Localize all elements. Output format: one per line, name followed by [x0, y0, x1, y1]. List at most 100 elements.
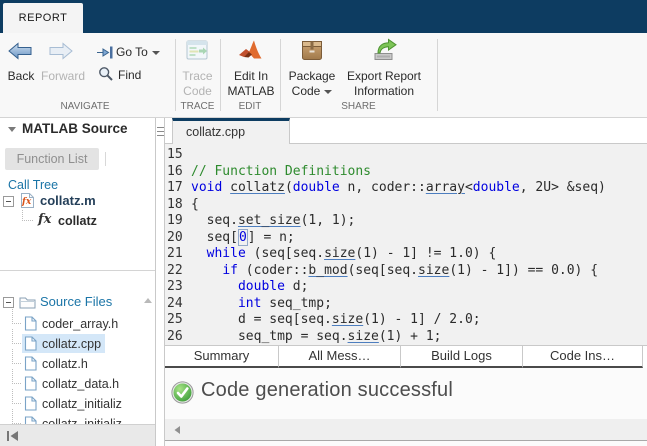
editor-tab-label: collatz.cpp: [186, 125, 245, 139]
file-icon: [24, 376, 37, 391]
code-link[interactable]: set_size: [238, 213, 301, 228]
collapse-minus-icon[interactable]: [3, 297, 14, 308]
goto-label[interactable]: Go To: [116, 45, 160, 59]
tab-collatz-cpp[interactable]: collatz.cpp: [172, 118, 290, 145]
generated-code-header[interactable]: Generated Code: [0, 272, 156, 296]
line-number: 18: [165, 197, 191, 214]
splitter-grip-icon[interactable]: [157, 127, 164, 138]
export-label-1: Export Report: [341, 69, 427, 83]
tree-connector: [12, 309, 21, 324]
code-line: 17void collatz(double n, coder::array<do…: [165, 180, 647, 197]
tree-item-collatz-function[interactable]: collatz: [58, 214, 97, 228]
coder-report-window: REPORT Back Forward Go To: [0, 0, 647, 446]
keyword-token: void: [191, 180, 222, 195]
line-number: 19: [165, 213, 191, 230]
export-label-2: Information: [341, 84, 427, 98]
code-link[interactable]: size: [332, 312, 363, 327]
code-text: (coder::: [238, 263, 308, 278]
file-icon: [24, 336, 37, 351]
code-line: 19 seq.set_size(1, 1);: [165, 213, 647, 230]
code-link[interactable]: array: [426, 180, 465, 195]
file-item[interactable]: collatz_initializ: [22, 394, 126, 413]
function-list-button[interactable]: Function List: [5, 148, 99, 170]
code-text: (seq[seq.: [246, 246, 324, 261]
panel-splitter[interactable]: [157, 118, 164, 446]
export-report-button[interactable]: [371, 38, 398, 64]
matlab-file-icon: fx: [19, 192, 36, 209]
file-tree-item[interactable]: collatz.h: [0, 354, 156, 374]
trace-label-2: Code: [175, 84, 220, 98]
report-tab-all-mess-[interactable]: All Mess…: [279, 346, 401, 368]
code-text: [191, 246, 207, 261]
code-text: d;: [285, 279, 308, 294]
scroll-up-icon[interactable]: [144, 298, 152, 303]
report-bottom-tabs: SummaryAll Mess…Build LogsCode Ins…: [165, 345, 647, 368]
code-text: d = seq[seq.: [191, 312, 332, 327]
code-link[interactable]: b_mod: [308, 263, 347, 278]
file-tree-item[interactable]: collatz_initializ: [0, 394, 156, 414]
file-item[interactable]: collatz.h: [22, 354, 92, 373]
find-button[interactable]: [98, 66, 114, 85]
code-line: 23 double d;: [165, 279, 647, 296]
tree-connector: [12, 349, 21, 364]
tree-item-collatz-m[interactable]: collatz.m: [40, 193, 96, 208]
highlighted-token: 0: [238, 229, 248, 246]
tab-report[interactable]: REPORT: [3, 3, 83, 33]
code-text: , 2U> &seq): [520, 180, 606, 195]
tree-connector: [12, 369, 21, 384]
section-trace: TRACE: [175, 101, 220, 112]
tree-item-source-files[interactable]: Source Files: [40, 294, 112, 309]
code-text: (seq[seq.: [348, 263, 418, 278]
tree-connector: [22, 210, 33, 221]
collapse-triangle-icon[interactable]: [8, 127, 16, 132]
file-item[interactable]: coder_array.h: [22, 314, 122, 333]
trace-code-icon: [186, 40, 208, 60]
sidebar-hscrollbar[interactable]: [0, 424, 156, 446]
trace-code-button[interactable]: [186, 40, 208, 63]
toolbar-separator: [437, 39, 438, 111]
code-line: 26 seq_tmp = seq.size(1) + 1;: [165, 329, 647, 346]
file-tree-item[interactable]: collatz.cpp: [0, 334, 156, 354]
code-link[interactable]: size: [348, 329, 379, 344]
scroll-home-icon[interactable]: [6, 430, 20, 442]
file-tree-item[interactable]: collatz_data.h: [0, 374, 156, 394]
call-tree-link[interactable]: Call Tree: [8, 178, 58, 192]
find-label[interactable]: Find: [118, 68, 141, 82]
collapse-minus-icon[interactable]: [3, 196, 14, 207]
matlab-source-header[interactable]: MATLAB Source: [0, 118, 156, 142]
line-number: 20: [165, 230, 191, 247]
goto-button[interactable]: [96, 45, 114, 63]
code-text: <: [465, 180, 473, 195]
file-item-selected[interactable]: collatz.cpp: [22, 334, 105, 353]
edit-in-matlab-button[interactable]: [238, 39, 265, 65]
forward-button[interactable]: [48, 42, 74, 63]
goto-icon: [96, 45, 114, 60]
section-edit: EDIT: [220, 101, 280, 112]
code-view: 1516// Function Definitions17void collat…: [165, 144, 647, 345]
sidebar: MATLAB Source Function List Call Tree fx…: [0, 118, 156, 446]
back-label[interactable]: Back: [2, 69, 40, 83]
line-number: 15: [165, 147, 191, 164]
toolstrip: Back Forward Go To Find NAVIGATE: [0, 33, 647, 118]
function-list-label: Function List: [17, 152, 88, 166]
report-tab-summary[interactable]: Summary: [165, 346, 279, 368]
line-number: 22: [165, 263, 191, 280]
file-item[interactable]: collatz_data.h: [22, 374, 123, 393]
back-button[interactable]: [7, 42, 33, 63]
code-line: 18{: [165, 197, 647, 214]
report-tab-build-logs[interactable]: Build Logs: [401, 346, 523, 368]
code-text: ] = n;: [248, 230, 295, 245]
main-hscrollbar[interactable]: [165, 419, 647, 441]
editor-tab-bar: collatz.cpp: [165, 118, 647, 144]
file-name-label: coder_array.h: [42, 317, 118, 331]
file-tree-item[interactable]: coder_array.h: [0, 314, 156, 334]
code-text: (1, 1);: [301, 213, 356, 228]
package-code-button[interactable]: [301, 38, 323, 64]
code-text: seq_tmp;: [261, 296, 331, 311]
code-link[interactable]: size: [324, 246, 355, 261]
scroll-left-icon[interactable]: [173, 425, 181, 435]
section-navigate: NAVIGATE: [0, 101, 170, 112]
report-tab-code-ins-[interactable]: Code Ins…: [523, 346, 643, 368]
code-link[interactable]: collatz: [230, 180, 285, 195]
code-link[interactable]: size: [418, 263, 449, 278]
